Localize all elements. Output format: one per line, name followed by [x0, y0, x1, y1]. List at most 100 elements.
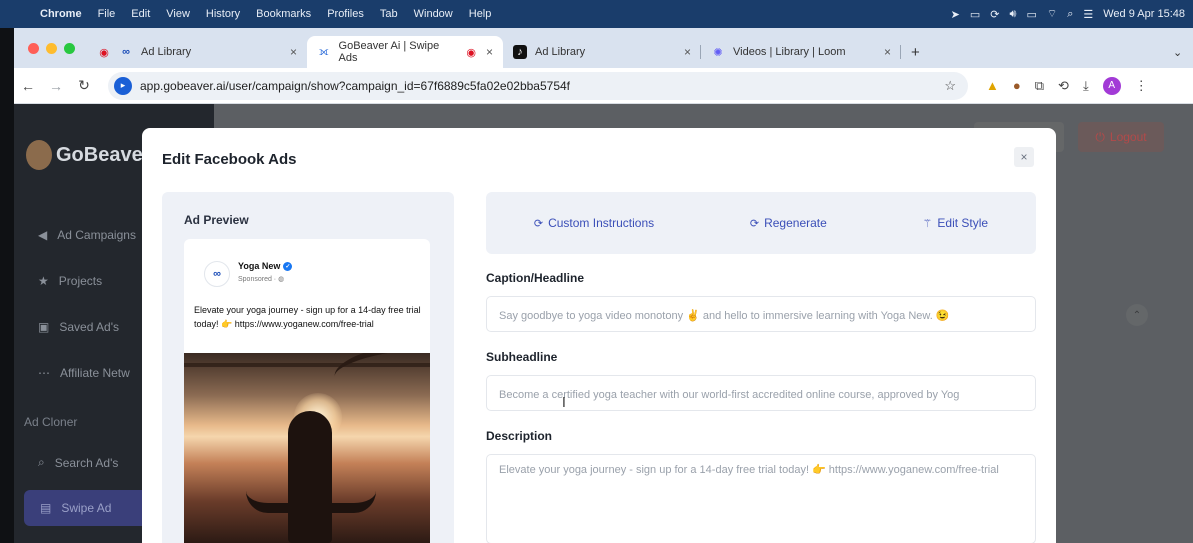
sidebar-item-saved-ads[interactable]: ▣ Saved Ad's: [38, 320, 119, 334]
chevron-up-icon[interactable]: ⌃: [1126, 304, 1148, 326]
menu-bookmarks[interactable]: Bookmarks: [248, 8, 319, 20]
ad-preview-title: Ad Preview: [184, 213, 249, 227]
url-text[interactable]: app.gobeaver.ai/user/campaign/show?campa…: [140, 79, 570, 93]
sidebar-item-projects[interactable]: ★ Projects: [38, 274, 102, 288]
menu-history[interactable]: History: [198, 8, 248, 20]
address-bar[interactable]: ▸ app.gobeaver.ai/user/campaign/show?cam…: [108, 71, 968, 100]
sidebar-item-ad-campaigns[interactable]: ◀ Ad Campaigns: [38, 228, 136, 242]
record-icon: ◉: [99, 46, 109, 59]
volume-icon[interactable]: 🔊︎: [1010, 8, 1017, 21]
tab-search-chevron-icon[interactable]: ⌄: [1163, 36, 1193, 68]
tab-label: Ad Library: [535, 46, 586, 58]
sidebar-item-affiliate[interactable]: ⋯ Affiliate Netw: [38, 366, 130, 380]
modal-title: Edit Facebook Ads: [162, 151, 297, 168]
sidebar-label: Search Ad's: [54, 455, 119, 470]
record-icon: ◉: [466, 46, 477, 59]
site-info-icon[interactable]: ▸: [114, 76, 132, 95]
sidebar-label: Affiliate Netw: [60, 366, 130, 380]
sidebar-label: Projects: [58, 274, 103, 288]
menu-window[interactable]: Window: [406, 8, 461, 20]
gobeaver-extension-icon[interactable]: ●: [1013, 78, 1021, 93]
beaver-logo-icon: [26, 140, 52, 170]
back-icon[interactable]: ←: [14, 78, 42, 94]
tab-ad-library-meta[interactable]: ◉ ∞ Ad Library ×: [87, 36, 307, 68]
edit-style-label: Edit Style: [937, 216, 989, 230]
edit-style-button[interactable]: ⚚ Edit Style: [923, 216, 989, 230]
google-drive-icon[interactable]: ▲: [986, 78, 999, 93]
custom-instructions-button[interactable]: ⟳ Custom Instructions: [534, 216, 654, 230]
swipe-icon: ▤: [40, 501, 52, 515]
sponsored-text: Sponsored ·: [238, 276, 279, 283]
image-meditating-figure: [288, 411, 332, 543]
status-area: ➤ ▭ ⟳ 🔊︎ ▭ ⌔ ⌕ ☰ Wed 9 Apr 15:48: [951, 0, 1193, 28]
menu-tab[interactable]: Tab: [372, 8, 406, 20]
profile-avatar[interactable]: A: [1102, 76, 1121, 95]
close-icon[interactable]: ×: [884, 45, 891, 59]
battery-icon[interactable]: ▭: [1026, 8, 1036, 21]
search-icon[interactable]: ⌕: [1067, 8, 1073, 21]
forward-icon[interactable]: →: [42, 78, 70, 94]
app-logo[interactable]: GoBeave: [26, 140, 143, 170]
description-textarea[interactable]: Elevate your yoga journey - sign up for …: [486, 454, 1036, 543]
logo-text: GoBeave: [56, 143, 143, 166]
globe-icon: ◍: [278, 276, 285, 283]
chrome-menu-icon[interactable]: ⋮: [1135, 78, 1148, 94]
close-window-button[interactable]: [28, 43, 39, 54]
sidebar-label: Ad Campaigns: [57, 228, 136, 242]
magic-wand-icon: ⚚: [922, 217, 933, 230]
caption-label: Caption/Headline: [486, 271, 585, 285]
logout-label: Logout: [1109, 130, 1147, 144]
custom-instructions-label: Custom Instructions: [548, 216, 655, 230]
menu-help[interactable]: Help: [461, 8, 500, 20]
close-icon[interactable]: ×: [486, 45, 493, 59]
menubar-clock[interactable]: Wed 9 Apr 15:48: [1103, 8, 1185, 20]
menu-file[interactable]: File: [90, 8, 124, 20]
tab-label: Videos | Library | Loom: [733, 46, 846, 58]
gobeaver-icon: ⟗: [318, 45, 329, 58]
download-icon[interactable]: ⤓: [1083, 78, 1089, 94]
tab-gobeaver[interactable]: ⟗ GoBeaver Ai | Swipe Ads ◉ ×: [307, 36, 503, 68]
search-icon: ⌕: [38, 455, 45, 469]
image-figure-arms: [246, 491, 376, 513]
subheadline-input[interactable]: Become a certified yoga teacher with our…: [486, 375, 1036, 411]
close-icon[interactable]: ×: [290, 45, 297, 59]
modal-close-button[interactable]: ×: [1014, 147, 1034, 167]
subheadline-label: Subheadline: [486, 350, 558, 364]
screen-record-icon[interactable]: ▭: [970, 8, 980, 21]
history-icon[interactable]: ⟲: [1058, 78, 1069, 94]
zoom-window-button[interactable]: [64, 43, 75, 54]
menu-edit[interactable]: Edit: [123, 8, 158, 20]
macos-menubar: Chrome File Edit View History Bookmarks …: [0, 0, 1193, 28]
sync-icon[interactable]: ⟳: [990, 8, 999, 21]
extensions-puzzle-icon[interactable]: ⧉: [1035, 78, 1044, 94]
menu-profiles[interactable]: Profiles: [319, 8, 372, 20]
wifi-icon[interactable]: ⌔: [1047, 7, 1057, 21]
reload-icon[interactable]: ↻: [70, 77, 98, 94]
megaphone-icon: ◀: [38, 228, 48, 242]
refresh-icon: ⟳: [533, 217, 544, 230]
star-icon: ★: [38, 274, 49, 288]
menu-view[interactable]: View: [158, 8, 198, 20]
control-center-icon[interactable]: ☰: [1083, 8, 1093, 21]
window-controls: [14, 43, 87, 68]
action-bar: ⟳ Custom Instructions ⟳ Regenerate ⚚ Edi…: [486, 192, 1036, 254]
menu-chrome[interactable]: Chrome: [32, 8, 90, 20]
network-icon: ⋯: [38, 366, 50, 380]
bookmark-star-icon[interactable]: ☆: [944, 78, 956, 94]
tab-strip: ◉ ∞ Ad Library × ⟗ GoBeaver Ai | Swipe A…: [14, 28, 1193, 68]
tab-ad-library-tiktok[interactable]: ♪ Ad Library ×: [503, 36, 701, 68]
verified-badge-icon: ✓: [283, 261, 293, 271]
regenerate-button[interactable]: ⟳ Regenerate: [750, 216, 827, 230]
image-palm-frond: [331, 353, 430, 397]
minimize-window-button[interactable]: [46, 43, 57, 54]
close-icon[interactable]: ×: [684, 45, 691, 59]
caption-input[interactable]: Say goodbye to yoga video monotony ✌️ an…: [486, 296, 1036, 332]
tab-loom[interactable]: ✺ Videos | Library | Loom ×: [701, 36, 901, 68]
new-tab-button[interactable]: +: [901, 36, 931, 68]
text-cursor-icon: I: [562, 396, 566, 411]
loom-icon: ✺: [713, 46, 723, 59]
logout-button[interactable]: ⏻ Logout: [1078, 122, 1164, 152]
sidebar-item-search-ads[interactable]: ⌕ Search Ad's: [38, 455, 118, 470]
page-name-text: Yoga New: [238, 261, 281, 271]
location-icon[interactable]: ➤: [951, 8, 960, 21]
